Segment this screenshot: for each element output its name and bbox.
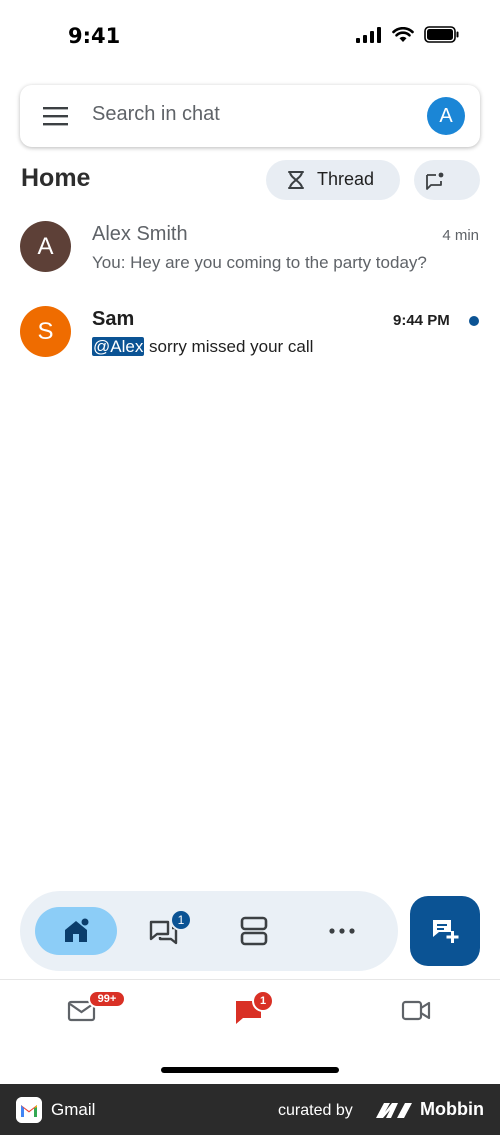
tab-chat[interactable]: 1: [233, 990, 274, 1030]
chat-tab-badge: 1: [252, 990, 274, 1012]
status-icons: [356, 26, 460, 43]
avatar: A: [20, 221, 71, 272]
conversation-snippet: @Alex sorry missed your call: [92, 337, 313, 357]
conversation-time: 4 min: [442, 227, 479, 244]
tab-mail[interactable]: 99+: [66, 990, 126, 1030]
conversation-time: 9:44 PM: [393, 312, 450, 329]
thread-chip-label: Thread: [317, 169, 375, 189]
home-indicator: [161, 1067, 339, 1073]
cellular-signal-icon: [356, 26, 381, 43]
conversation-name: Alex Smith: [92, 223, 188, 245]
spaces-icon: [240, 916, 268, 946]
new-chat-button[interactable]: [410, 896, 480, 966]
chat-unread-badge: 1: [170, 909, 192, 931]
snippet-text: sorry missed your call: [144, 337, 314, 356]
wifi-icon: [392, 26, 414, 42]
menu-icon[interactable]: [43, 105, 69, 127]
page-title: Home: [21, 164, 91, 192]
thread-icon: [288, 171, 304, 189]
mobbin-logo-icon: [376, 1103, 412, 1118]
nav-home-button[interactable]: [35, 907, 117, 955]
more-icon: [329, 928, 355, 934]
bottom-navigation: 1: [20, 891, 398, 971]
compose-icon: [433, 920, 459, 943]
gmail-logo-icon: [16, 1097, 42, 1123]
home-icon: [65, 918, 89, 942]
footer-curated-by: curated by: [278, 1102, 353, 1119]
divider: [0, 979, 500, 980]
video-camera-icon: [401, 1000, 431, 1021]
account-avatar[interactable]: A: [427, 97, 465, 135]
search-bar[interactable]: Search in chat A: [20, 85, 480, 147]
mail-unread-badge: 99+: [88, 990, 126, 1008]
footer: Gmail curated by Mobbin: [0, 1084, 500, 1135]
status-bar: 9:41: [0, 0, 500, 72]
conversation-row[interactable]: S Sam 9:44 PM @Alex sorry missed your ca…: [0, 305, 500, 385]
nav-more-button[interactable]: [310, 907, 374, 955]
status-time: 9:41: [68, 24, 121, 48]
nav-chat-button[interactable]: 1: [132, 907, 196, 955]
new-message-chip[interactable]: [414, 160, 480, 200]
footer-app-name: Gmail: [51, 1100, 96, 1119]
conversation-snippet: You: Hey are you coming to the party tod…: [92, 253, 427, 272]
mention-chip[interactable]: @Alex: [92, 337, 145, 356]
message-add-icon: [426, 172, 444, 190]
nav-spaces-button[interactable]: [222, 907, 286, 955]
avatar: S: [20, 306, 71, 357]
tab-meet[interactable]: [400, 994, 440, 1030]
footer-brand: Mobbin: [420, 1099, 484, 1119]
conversation-row[interactable]: A Alex Smith 4 min You: Hey are you comi…: [0, 220, 500, 300]
unread-indicator: [469, 316, 479, 326]
thread-chip[interactable]: Thread: [266, 160, 400, 200]
battery-icon: [424, 26, 459, 43]
conversation-name: Sam: [92, 308, 135, 330]
search-input[interactable]: Search in chat: [92, 103, 220, 126]
